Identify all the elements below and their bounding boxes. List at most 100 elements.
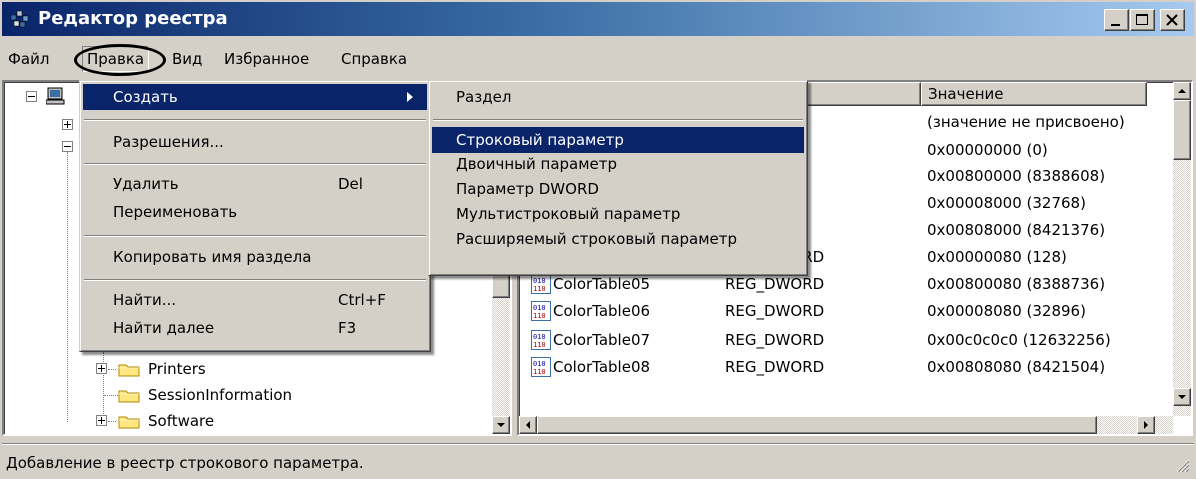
registry-editor-icon (10, 10, 29, 28)
menu-item-label: Расширяемый строковый параметр (456, 230, 738, 248)
value-data: 0x00008000 (32768) (927, 194, 1086, 212)
tree-line (108, 421, 116, 422)
maximize-button[interactable] (1130, 9, 1155, 31)
close-icon (1166, 14, 1178, 26)
reg-binary-value-icon: 010110 (531, 357, 551, 377)
submenu-item-dword-value[interactable]: Параметр DWORD (432, 176, 804, 202)
reg-binary-value-icon: 010110 (531, 330, 551, 350)
folder-icon (118, 416, 140, 429)
svg-text:010: 010 (533, 304, 546, 312)
list-vertical-scrollbar[interactable] (1173, 82, 1191, 416)
svg-text:110: 110 (533, 341, 546, 349)
menu-file[interactable]: Файл (4, 46, 53, 72)
tree-item-sessioninformation[interactable]: SessionInformation (96, 384, 356, 406)
edit-menu-item-find[interactable]: Найти... Ctrl+F (83, 287, 427, 313)
collapse-icon[interactable] (62, 141, 73, 152)
value-data: 0x00800080 (8388736) (927, 275, 1106, 293)
edit-menu-item-copy-key-name[interactable]: Копировать имя раздела (83, 244, 427, 270)
submenu-item-multi-string-value[interactable]: Мультистроковый параметр (432, 201, 804, 227)
svg-text:010: 010 (533, 360, 546, 368)
tree-scroll-down-button[interactable] (492, 416, 510, 434)
menu-favorites[interactable]: Избранное (220, 46, 313, 72)
create-submenu: Раздел Строковый параметр Двоичный парам… (428, 80, 808, 276)
status-bar: Добавление в реестр строкового параметра… (2, 450, 1194, 477)
menu-item-label: Найти далее (113, 319, 215, 337)
value-data: 0x00800000 (8388608) (927, 167, 1106, 185)
expand-icon[interactable] (96, 415, 107, 426)
list-hscroll-thumb[interactable] (537, 416, 1097, 434)
value-data: (значение не присвоено) (927, 113, 1125, 131)
reg-binary-value-icon: 010110 (531, 274, 551, 294)
title-bar[interactable]: Редактор реестра (2, 2, 1194, 36)
menu-item-label: Двоичный параметр (456, 155, 618, 173)
tree-line (108, 369, 116, 370)
submenu-arrow-icon (407, 92, 413, 102)
list-row[interactable]: 010 110 ColorTable08 REG_DWORD 0x00808080 (8… (531, 353, 1171, 381)
submenu-item-string-value[interactable]: Строковый параметр (432, 127, 804, 153)
tree-line (67, 152, 68, 422)
expand-icon[interactable] (96, 363, 107, 374)
arrow-right-icon (1144, 421, 1148, 429)
close-button[interactable] (1160, 9, 1185, 31)
svg-text:010: 010 (533, 277, 546, 285)
expand-icon[interactable] (62, 119, 73, 130)
value-type: REG_DWORD (725, 331, 825, 349)
value-data: 0x00000000 (0) (927, 141, 1048, 159)
list-scroll-left-button[interactable] (519, 416, 537, 434)
folder-icon (118, 364, 140, 377)
submenu-item-binary-value[interactable]: Двоичный параметр (432, 151, 804, 177)
arrow-down-icon (497, 423, 505, 427)
list-horizontal-scrollbar[interactable] (519, 416, 1173, 434)
menu-item-label: Переименовать (113, 203, 238, 221)
menu-item-shortcut: Ctrl+F (338, 291, 386, 309)
status-text: Добавление в реестр строкового параметра… (6, 454, 364, 472)
arrow-left-icon (526, 421, 530, 429)
value-type: REG_DWORD (725, 302, 825, 320)
edit-menu-item-delete[interactable]: Удалить Del (83, 171, 427, 197)
arrow-down-icon (1178, 395, 1186, 399)
tree-item-label: Printers (148, 360, 206, 378)
list-scroll-right-button[interactable] (1137, 416, 1155, 434)
menu-item-label: Создать (113, 88, 178, 106)
submenu-item-key[interactable]: Раздел (432, 84, 804, 110)
edit-menu-item-rename[interactable]: Переименовать (83, 199, 427, 225)
edit-menu-item-create[interactable]: Создать (83, 84, 427, 110)
highlight-ellipse (74, 44, 166, 76)
column-header-value[interactable]: Значение (921, 82, 1147, 106)
submenu-item-expandable-string-value[interactable]: Расширяемый строковый параметр (432, 226, 804, 252)
menu-item-label: Найти... (113, 291, 177, 309)
minimize-button[interactable] (1104, 9, 1129, 31)
list-row[interactable]: 010 110 ColorTable07 REG_DWORD 0x00c0c0c0 (1… (531, 326, 1171, 354)
tree-item-printers[interactable]: Printers (96, 358, 336, 380)
menu-item-label: Удалить (113, 175, 179, 193)
menu-separator (84, 279, 426, 281)
value-type: REG_DWORD (725, 358, 825, 376)
menu-bar: Файл Правка Вид Избранное Справка (2, 38, 1194, 80)
menu-help[interactable]: Справка (337, 46, 411, 72)
maximize-icon (1136, 14, 1148, 25)
computer-icon (46, 87, 65, 105)
menu-view[interactable]: Вид (168, 46, 206, 72)
edit-menu-item-find-next[interactable]: Найти далее F3 (83, 315, 427, 341)
menu-item-label: Копировать имя раздела (113, 248, 312, 266)
menu-item-shortcut: F3 (338, 319, 357, 337)
svg-text:110: 110 (533, 368, 546, 376)
minimize-icon (1111, 24, 1120, 26)
menu-item-label: Раздел (456, 88, 512, 106)
arrow-up-icon (1178, 89, 1186, 93)
list-scroll-thumb[interactable] (1173, 100, 1191, 160)
menu-separator (84, 119, 426, 121)
resize-grip-icon[interactable] (1176, 459, 1190, 473)
edit-menu: Создать Разрешения... Удалить Del Переим… (79, 80, 431, 352)
menu-item-label: Разрешения... (113, 133, 224, 151)
collapse-icon[interactable] (26, 91, 37, 102)
tree-item-software[interactable]: Software (96, 410, 336, 432)
menu-item-label: Мультистроковый параметр (456, 205, 681, 223)
tree-line (104, 395, 118, 396)
list-scroll-down-button[interactable] (1173, 388, 1191, 406)
edit-menu-item-permissions[interactable]: Разрешения... (83, 129, 427, 155)
list-scroll-up-button[interactable] (1173, 82, 1191, 100)
value-name: ColorTable07 (553, 331, 651, 349)
menu-separator (433, 119, 803, 121)
list-row[interactable]: 010 110 ColorTable06 REG_DWORD 0x00008080 (3… (531, 297, 1171, 325)
